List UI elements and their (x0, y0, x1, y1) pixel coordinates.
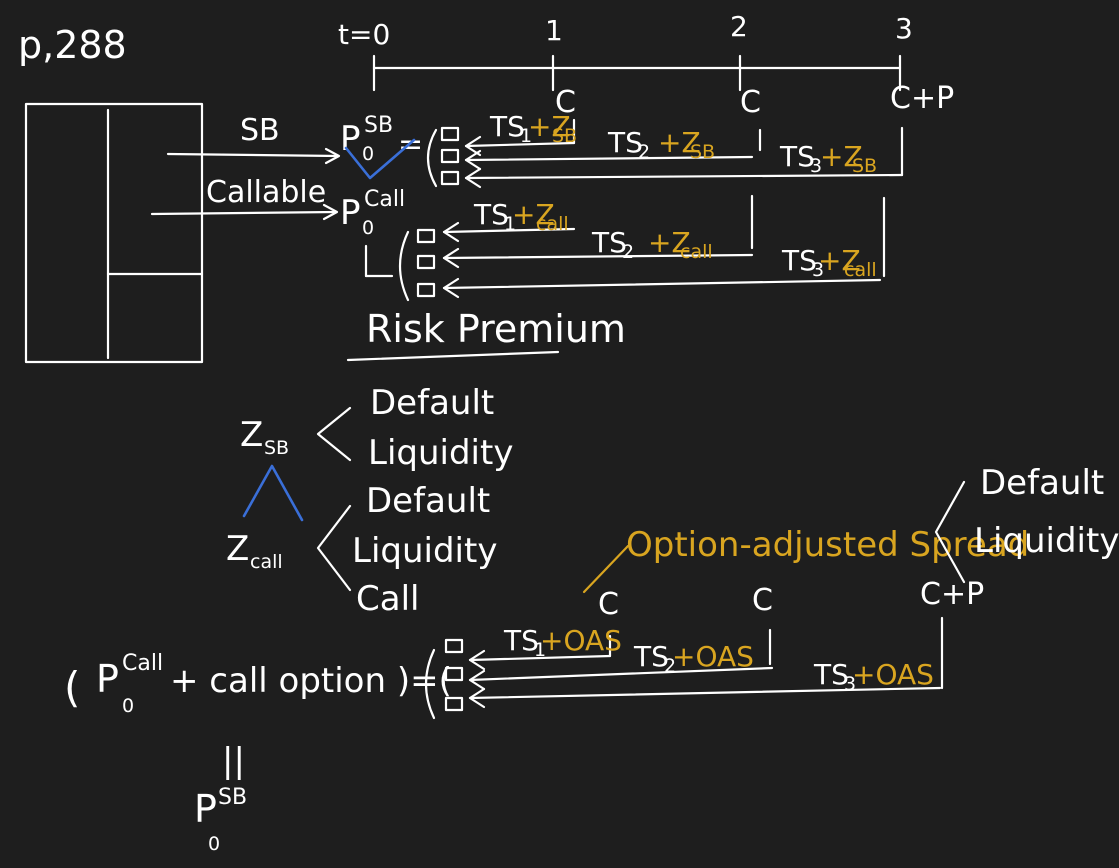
eq-sub: 0 (122, 695, 134, 717)
oas-ts2-plus: +OAS (672, 640, 754, 673)
z-call-default: Default (366, 481, 490, 521)
timeline-t0: t=0 (338, 18, 390, 51)
call-ts1-z-sub: call (536, 213, 569, 235)
z-call-breakdown: Z call Default Liquidity Call (226, 481, 497, 619)
label-callable: Callable (206, 175, 326, 210)
oas-default: Default (980, 463, 1104, 503)
eq-equals: || (222, 741, 245, 781)
bottom-c-1: C (598, 587, 619, 622)
balance-sheet-box (24, 102, 204, 364)
sb-ts3-z-sub: SB (852, 155, 877, 177)
timeline-t1: 1 (545, 14, 563, 47)
z-call-symbol: Z (226, 529, 249, 569)
call-discount-labels: TS 1 +Z call TS 2 +Z call TS 3 +Z call (473, 198, 877, 281)
call-ts3-z-sub: call (844, 259, 877, 281)
eq-price-sb-sup: SB (218, 785, 247, 810)
arrow-sb (166, 147, 341, 165)
bottom-equation: ( P Call 0 + call option )=( (64, 651, 452, 717)
sb-ts1-z-sub: SB (552, 125, 577, 147)
sb-ts2-sub: 2 (638, 141, 650, 163)
z-call-liquidity: Liquidity (352, 531, 497, 571)
sb-ts2-z-sub: SB (690, 141, 715, 163)
price-call: P Call 0 (340, 187, 405, 239)
price-call-sub: 0 (362, 217, 374, 239)
hat-arrow (242, 464, 304, 522)
eq-price-sb-p: P (194, 787, 217, 831)
eq-price-sb: P SB 0 (194, 785, 247, 855)
label-sb: SB (240, 113, 280, 148)
eq-p: P (96, 657, 119, 701)
risk-premium-underline (346, 350, 560, 362)
oas-pointer (582, 544, 630, 594)
z-sb-liquidity: Liquidity (368, 433, 513, 473)
eq-price-sb-sub: 0 (208, 833, 220, 855)
oas-discount-labels: TS 1 +OAS TS 2 +OAS TS 3 +OAS (503, 624, 934, 695)
timeline-t3: 3 (895, 12, 913, 45)
price-call-p: P (340, 193, 361, 233)
price-sb-sub: 0 (362, 143, 374, 165)
timeline: t=0 1 2 3 (338, 10, 913, 92)
z-call-sub: call (250, 551, 283, 573)
price-sb-sup: SB (364, 113, 393, 138)
whiteboard-canvas: p,288 t=0 1 2 3 C C C+P SB Callable P SB… (18, 10, 1119, 855)
page-reference: p,288 (18, 23, 127, 67)
eq-rest: + call option )=( (170, 661, 452, 701)
bottom-c-2: C (752, 583, 773, 618)
eq-sup: Call (122, 651, 163, 676)
call-ts2-sub: 2 (622, 241, 634, 263)
bottom-cp-3: C+P (920, 577, 984, 612)
oas-label: Option-adjusted Spread (626, 525, 1029, 565)
price-call-sup: Call (364, 187, 405, 212)
oas-liquidity: Liquidity (974, 521, 1119, 561)
eq-open-paren: ( (64, 663, 80, 712)
z-sb-breakdown: Z SB Default Liquidity (240, 383, 513, 473)
timeline-t2: 2 (730, 10, 748, 43)
cashflow-cp-3: C+P (890, 81, 954, 116)
oas-ts1-plus: +OAS (540, 624, 622, 657)
call-ts2-z-sub: call (680, 241, 713, 263)
oas-breakdown: Option-adjusted Spread Default Liquidity (582, 463, 1119, 594)
z-sb-symbol: Z (240, 415, 263, 455)
z-sb-sub: SB (264, 437, 289, 459)
risk-premium-heading: Risk Premium (366, 307, 626, 351)
oas-ts3-plus: +OAS (852, 658, 934, 691)
cashflow-c-2: C (740, 85, 761, 120)
z-sb-default: Default (370, 383, 494, 423)
z-call-call: Call (356, 579, 419, 619)
